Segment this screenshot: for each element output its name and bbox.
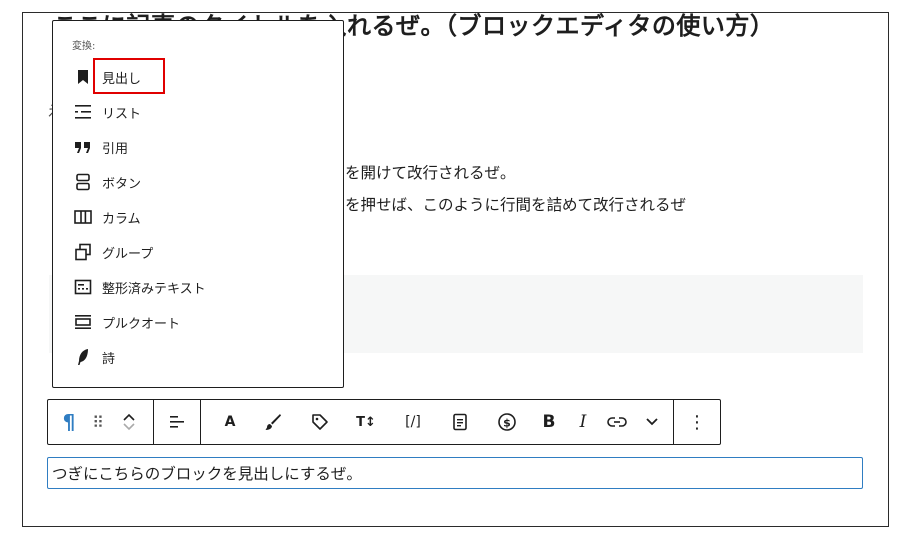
bold-button[interactable]: B xyxy=(531,400,567,444)
drag-handle-icon[interactable]: ⠿ xyxy=(82,400,114,444)
toolbar-options-group: ⋮ xyxy=(674,400,720,444)
paragraph-line-2[interactable]: を押せば、このように行間を詰めて改行されるぜ xyxy=(345,193,686,215)
button-icon xyxy=(73,172,93,192)
svg-text:$: $ xyxy=(503,417,511,430)
menu-item-label: ボタン xyxy=(102,176,142,192)
columns-icon xyxy=(73,207,93,227)
menu-item-label: 整形済みテキスト xyxy=(102,281,206,297)
transform-columns-item[interactable]: カラム xyxy=(53,200,343,234)
toolbar-block-group: ¶ ⠿ xyxy=(48,400,154,444)
bookmark-icon xyxy=(73,67,93,87)
transform-verse-item[interactable]: 詩 xyxy=(53,340,343,374)
paragraph-block-icon[interactable]: ¶ xyxy=(56,400,82,444)
pullquote-icon xyxy=(73,312,93,332)
transform-list-item[interactable]: リスト xyxy=(53,95,343,129)
text-color-button[interactable]: A xyxy=(211,400,249,444)
transform-preformatted-item[interactable]: 整形済みテキスト xyxy=(53,270,343,304)
document-icon[interactable] xyxy=(437,400,483,444)
font-size-button[interactable]: T↕ xyxy=(343,400,389,444)
link-icon[interactable] xyxy=(599,400,635,444)
more-formats-chevron-icon[interactable] xyxy=(635,400,669,444)
toolbar-align-group xyxy=(154,400,201,444)
block-toolbar: ¶ ⠿ A T↕ [/] $ B I ⋮ xyxy=(47,399,721,445)
chevron-up-icon[interactable] xyxy=(122,412,136,422)
transform-pullquote-item[interactable]: プルクオート xyxy=(53,305,343,339)
code-button[interactable]: [/] xyxy=(389,400,437,444)
chevron-down-icon[interactable] xyxy=(122,422,136,432)
menu-item-label: グループ xyxy=(102,246,154,262)
menu-item-label: 引用 xyxy=(102,141,129,157)
move-arrows[interactable] xyxy=(114,400,144,444)
list-icon xyxy=(73,102,93,122)
preformatted-icon xyxy=(73,277,93,297)
quill-icon xyxy=(73,347,93,367)
transform-button-item[interactable]: ボタン xyxy=(53,165,343,199)
group-icon xyxy=(73,242,93,262)
menu-item-label: カラム xyxy=(102,211,141,227)
quote-icon xyxy=(73,137,93,157)
brush-icon[interactable] xyxy=(249,400,297,444)
paragraph-line-1[interactable]: を開けて改行されるぜ。 xyxy=(345,161,516,183)
tag-icon[interactable] xyxy=(297,400,343,444)
transform-menu-heading: 変換: xyxy=(72,41,96,52)
dollar-circle-icon[interactable]: $ xyxy=(483,400,531,444)
italic-button[interactable]: I xyxy=(567,400,599,444)
more-options-icon[interactable]: ⋮ xyxy=(675,400,719,444)
transform-heading-item[interactable]: 見出し xyxy=(53,60,343,94)
menu-item-label: 見出し xyxy=(102,71,142,87)
transform-group-item[interactable]: グループ xyxy=(53,235,343,269)
align-icon[interactable] xyxy=(155,400,199,444)
transform-menu: 変換: 見出し リスト 引用 ボタン カラム グループ 整形済みテキスト プルク… xyxy=(52,20,344,388)
transform-quote-item[interactable]: 引用 xyxy=(53,130,343,164)
menu-item-label: リスト xyxy=(102,106,142,122)
menu-item-label: 詩 xyxy=(102,351,116,367)
selected-paragraph-block[interactable]: つぎにこちらのブロックを見出しにするぜ。 xyxy=(47,457,863,489)
menu-item-label: プルクオート xyxy=(102,316,181,332)
toolbar-format-group: A T↕ [/] $ B I xyxy=(201,400,674,444)
